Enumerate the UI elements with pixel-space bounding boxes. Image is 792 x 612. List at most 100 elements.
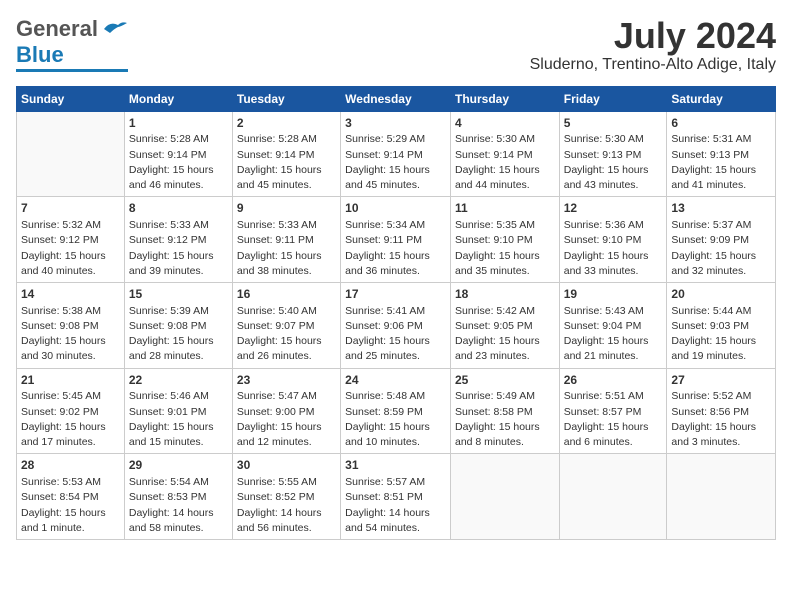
calendar-day-header: Friday — [559, 86, 667, 111]
day-info: Sunrise: 5:36 AM Sunset: 9:10 PM Dayligh… — [564, 218, 663, 279]
day-info: Sunrise: 5:48 AM Sunset: 8:59 PM Dayligh… — [345, 389, 446, 450]
day-info: Sunrise: 5:40 AM Sunset: 9:07 PM Dayligh… — [237, 304, 336, 365]
page-header: General Blue July 2024 Sluderno, Trentin… — [16, 16, 776, 74]
day-info: Sunrise: 5:31 AM Sunset: 9:13 PM Dayligh… — [671, 132, 771, 193]
day-info: Sunrise: 5:29 AM Sunset: 9:14 PM Dayligh… — [345, 132, 446, 193]
day-info: Sunrise: 5:51 AM Sunset: 8:57 PM Dayligh… — [564, 389, 663, 450]
day-info: Sunrise: 5:33 AM Sunset: 9:11 PM Dayligh… — [237, 218, 336, 279]
day-number: 1 — [129, 115, 228, 132]
calendar-cell: 30Sunrise: 5:55 AM Sunset: 8:52 PM Dayli… — [232, 454, 340, 540]
calendar-cell: 5Sunrise: 5:30 AM Sunset: 9:13 PM Daylig… — [559, 111, 667, 197]
day-number: 5 — [564, 115, 663, 132]
day-number: 6 — [671, 115, 771, 132]
day-number: 17 — [345, 286, 446, 303]
calendar-week-row: 21Sunrise: 5:45 AM Sunset: 9:02 PM Dayli… — [17, 368, 776, 454]
calendar-day-header: Sunday — [17, 86, 125, 111]
day-info: Sunrise: 5:28 AM Sunset: 9:14 PM Dayligh… — [129, 132, 228, 193]
day-number: 15 — [129, 286, 228, 303]
day-number: 25 — [455, 372, 555, 389]
day-number: 9 — [237, 200, 336, 217]
day-info: Sunrise: 5:41 AM Sunset: 9:06 PM Dayligh… — [345, 304, 446, 365]
logo: General Blue — [16, 16, 128, 72]
day-info: Sunrise: 5:35 AM Sunset: 9:10 PM Dayligh… — [455, 218, 555, 279]
day-number: 14 — [21, 286, 120, 303]
day-number: 28 — [21, 457, 120, 474]
day-info: Sunrise: 5:46 AM Sunset: 9:01 PM Dayligh… — [129, 389, 228, 450]
day-number: 27 — [671, 372, 771, 389]
calendar-cell: 4Sunrise: 5:30 AM Sunset: 9:14 PM Daylig… — [450, 111, 559, 197]
day-number: 7 — [21, 200, 120, 217]
day-info: Sunrise: 5:45 AM Sunset: 9:02 PM Dayligh… — [21, 389, 120, 450]
calendar-cell: 1Sunrise: 5:28 AM Sunset: 9:14 PM Daylig… — [124, 111, 232, 197]
calendar-cell: 15Sunrise: 5:39 AM Sunset: 9:08 PM Dayli… — [124, 282, 232, 368]
calendar-header-row: SundayMondayTuesdayWednesdayThursdayFrid… — [17, 86, 776, 111]
day-info: Sunrise: 5:54 AM Sunset: 8:53 PM Dayligh… — [129, 475, 228, 536]
calendar-cell: 27Sunrise: 5:52 AM Sunset: 8:56 PM Dayli… — [667, 368, 776, 454]
calendar-cell — [450, 454, 559, 540]
calendar-cell: 29Sunrise: 5:54 AM Sunset: 8:53 PM Dayli… — [124, 454, 232, 540]
day-number: 13 — [671, 200, 771, 217]
bird-icon — [100, 19, 128, 39]
day-number: 23 — [237, 372, 336, 389]
logo-bar — [16, 69, 128, 72]
calendar-day-header: Tuesday — [232, 86, 340, 111]
calendar-week-row: 1Sunrise: 5:28 AM Sunset: 9:14 PM Daylig… — [17, 111, 776, 197]
day-info: Sunrise: 5:55 AM Sunset: 8:52 PM Dayligh… — [237, 475, 336, 536]
day-number: 8 — [129, 200, 228, 217]
day-info: Sunrise: 5:30 AM Sunset: 9:14 PM Dayligh… — [455, 132, 555, 193]
day-info: Sunrise: 5:28 AM Sunset: 9:14 PM Dayligh… — [237, 132, 336, 193]
day-info: Sunrise: 5:42 AM Sunset: 9:05 PM Dayligh… — [455, 304, 555, 365]
calendar-cell: 8Sunrise: 5:33 AM Sunset: 9:12 PM Daylig… — [124, 197, 232, 283]
day-number: 31 — [345, 457, 446, 474]
title-section: July 2024 Sluderno, Trentino-Alto Adige,… — [530, 16, 776, 74]
calendar-day-header: Wednesday — [341, 86, 451, 111]
day-info: Sunrise: 5:47 AM Sunset: 9:00 PM Dayligh… — [237, 389, 336, 450]
day-number: 21 — [21, 372, 120, 389]
calendar-cell: 7Sunrise: 5:32 AM Sunset: 9:12 PM Daylig… — [17, 197, 125, 283]
day-info: Sunrise: 5:43 AM Sunset: 9:04 PM Dayligh… — [564, 304, 663, 365]
day-number: 26 — [564, 372, 663, 389]
calendar-cell: 6Sunrise: 5:31 AM Sunset: 9:13 PM Daylig… — [667, 111, 776, 197]
calendar-cell: 24Sunrise: 5:48 AM Sunset: 8:59 PM Dayli… — [341, 368, 451, 454]
day-number: 2 — [237, 115, 336, 132]
calendar-cell: 22Sunrise: 5:46 AM Sunset: 9:01 PM Dayli… — [124, 368, 232, 454]
day-info: Sunrise: 5:52 AM Sunset: 8:56 PM Dayligh… — [671, 389, 771, 450]
logo-blue: Blue — [16, 42, 64, 68]
day-number: 29 — [129, 457, 228, 474]
calendar-cell: 28Sunrise: 5:53 AM Sunset: 8:54 PM Dayli… — [17, 454, 125, 540]
day-number: 10 — [345, 200, 446, 217]
calendar-cell: 16Sunrise: 5:40 AM Sunset: 9:07 PM Dayli… — [232, 282, 340, 368]
calendar-cell: 23Sunrise: 5:47 AM Sunset: 9:00 PM Dayli… — [232, 368, 340, 454]
day-info: Sunrise: 5:30 AM Sunset: 9:13 PM Dayligh… — [564, 132, 663, 193]
calendar-cell — [17, 111, 125, 197]
calendar-cell — [559, 454, 667, 540]
day-number: 19 — [564, 286, 663, 303]
calendar-week-row: 7Sunrise: 5:32 AM Sunset: 9:12 PM Daylig… — [17, 197, 776, 283]
day-info: Sunrise: 5:32 AM Sunset: 9:12 PM Dayligh… — [21, 218, 120, 279]
calendar-cell: 31Sunrise: 5:57 AM Sunset: 8:51 PM Dayli… — [341, 454, 451, 540]
calendar-cell: 10Sunrise: 5:34 AM Sunset: 9:11 PM Dayli… — [341, 197, 451, 283]
calendar-cell: 9Sunrise: 5:33 AM Sunset: 9:11 PM Daylig… — [232, 197, 340, 283]
day-number: 30 — [237, 457, 336, 474]
day-number: 24 — [345, 372, 446, 389]
calendar-cell: 19Sunrise: 5:43 AM Sunset: 9:04 PM Dayli… — [559, 282, 667, 368]
calendar-day-header: Saturday — [667, 86, 776, 111]
day-info: Sunrise: 5:44 AM Sunset: 9:03 PM Dayligh… — [671, 304, 771, 365]
calendar-cell: 17Sunrise: 5:41 AM Sunset: 9:06 PM Dayli… — [341, 282, 451, 368]
day-info: Sunrise: 5:38 AM Sunset: 9:08 PM Dayligh… — [21, 304, 120, 365]
day-number: 22 — [129, 372, 228, 389]
day-info: Sunrise: 5:57 AM Sunset: 8:51 PM Dayligh… — [345, 475, 446, 536]
calendar-cell: 2Sunrise: 5:28 AM Sunset: 9:14 PM Daylig… — [232, 111, 340, 197]
logo-general: General — [16, 16, 98, 42]
day-number: 18 — [455, 286, 555, 303]
calendar-cell: 25Sunrise: 5:49 AM Sunset: 8:58 PM Dayli… — [450, 368, 559, 454]
calendar-cell: 11Sunrise: 5:35 AM Sunset: 9:10 PM Dayli… — [450, 197, 559, 283]
day-number: 3 — [345, 115, 446, 132]
calendar-cell: 18Sunrise: 5:42 AM Sunset: 9:05 PM Dayli… — [450, 282, 559, 368]
calendar-cell: 13Sunrise: 5:37 AM Sunset: 9:09 PM Dayli… — [667, 197, 776, 283]
calendar-cell: 21Sunrise: 5:45 AM Sunset: 9:02 PM Dayli… — [17, 368, 125, 454]
day-info: Sunrise: 5:39 AM Sunset: 9:08 PM Dayligh… — [129, 304, 228, 365]
calendar-cell: 20Sunrise: 5:44 AM Sunset: 9:03 PM Dayli… — [667, 282, 776, 368]
calendar-day-header: Monday — [124, 86, 232, 111]
calendar-week-row: 14Sunrise: 5:38 AM Sunset: 9:08 PM Dayli… — [17, 282, 776, 368]
